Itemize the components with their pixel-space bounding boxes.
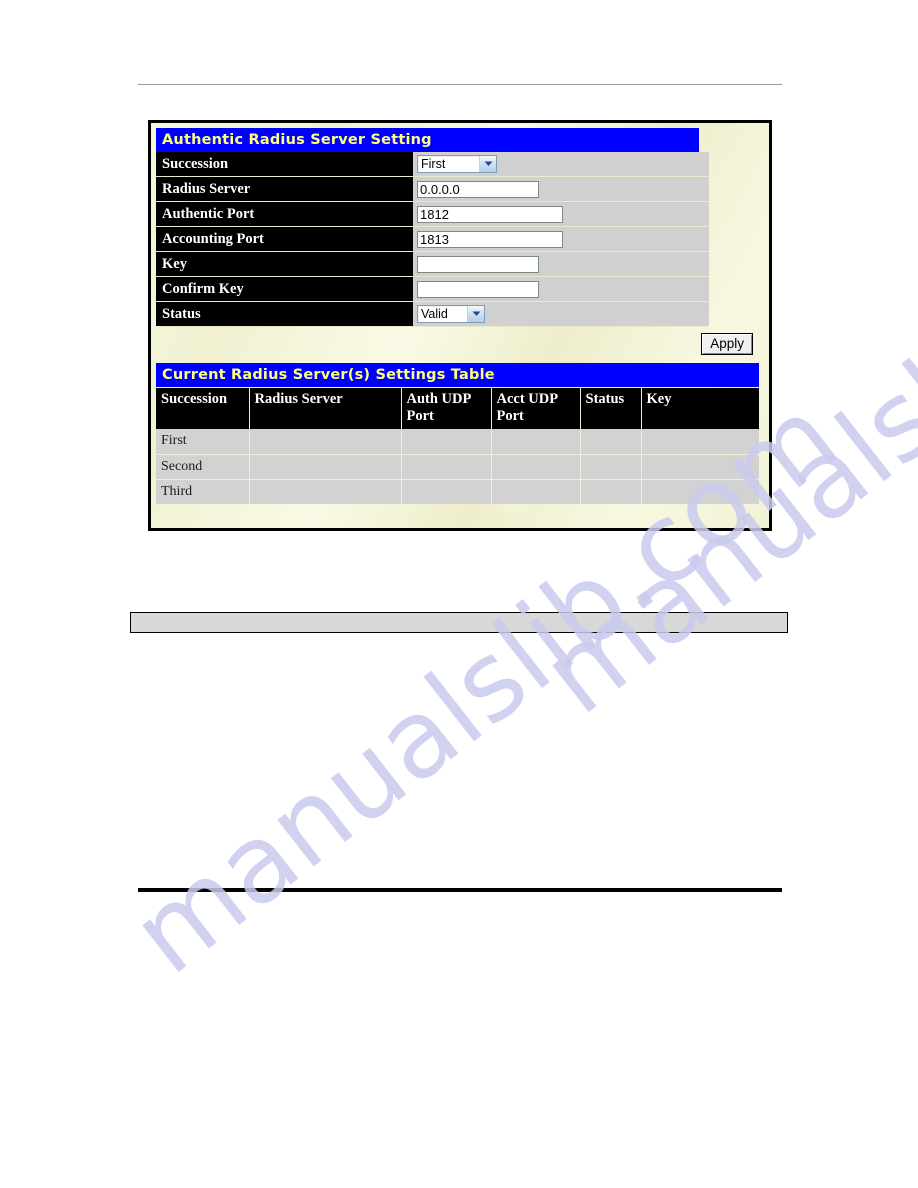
cell-radius-server	[249, 429, 402, 455]
cell-succession: Second	[156, 454, 250, 480]
value-confirm-key	[413, 276, 709, 302]
cell-status	[580, 479, 642, 504]
cell-auth-udp-port	[401, 429, 492, 455]
cell-auth-udp-port	[401, 479, 492, 504]
cell-status	[580, 454, 642, 480]
label-key: Key	[156, 251, 413, 277]
empty-caption-bar	[130, 612, 788, 633]
radius-server-panel: Authentic Radius Server Setting Successi…	[148, 120, 772, 531]
value-key	[413, 251, 709, 277]
form-row-radius-server: Radius Server 0.0.0.0	[156, 176, 709, 202]
form-row-confirm-key: Confirm Key	[156, 276, 709, 302]
column-header-acct-udp-port: Acct UDP Port	[491, 388, 581, 429]
form-row-status: Status Valid	[156, 301, 709, 327]
cell-succession: First	[156, 429, 250, 455]
cell-key	[641, 479, 759, 504]
current-radius-servers-table: Succession Radius Server Auth UDP Port A…	[156, 388, 759, 504]
label-confirm-key: Confirm Key	[156, 276, 413, 302]
settings-section-title: Authentic Radius Server Setting	[156, 128, 699, 152]
form-row-succession: Succession First	[156, 152, 709, 177]
radius-settings-form: Succession First Radius Server 0.0.0.0 A…	[156, 152, 709, 327]
label-succession: Succession	[156, 152, 413, 177]
column-header-key: Key	[641, 388, 759, 429]
value-succession: First	[413, 152, 709, 177]
column-header-status: Status	[580, 388, 642, 429]
value-radius-server: 0.0.0.0	[413, 176, 709, 202]
table-row: Second	[156, 454, 759, 480]
apply-button[interactable]: Apply	[701, 333, 753, 355]
status-select-value: Valid	[421, 307, 448, 322]
page-footer-rule	[138, 888, 782, 892]
status-select[interactable]: Valid	[417, 305, 485, 324]
succession-select-value: First	[421, 157, 446, 172]
value-status: Valid	[413, 301, 709, 327]
cell-acct-udp-port	[491, 454, 581, 480]
column-header-auth-udp-port: Auth UDP Port	[401, 388, 492, 429]
label-status: Status	[156, 301, 413, 327]
table-row: Third	[156, 479, 759, 504]
label-radius-server: Radius Server	[156, 176, 413, 202]
form-row-key: Key	[156, 251, 709, 277]
table-row: First	[156, 429, 759, 455]
cell-radius-server	[249, 479, 402, 504]
cell-key	[641, 429, 759, 455]
key-input[interactable]	[417, 255, 539, 273]
results-section-title: Current Radius Server(s) Settings Table	[156, 363, 759, 387]
chevron-down-icon	[479, 156, 496, 173]
table-header-row: Succession Radius Server Auth UDP Port A…	[156, 388, 759, 429]
confirm-key-input[interactable]	[417, 280, 539, 298]
radius-server-input[interactable]: 0.0.0.0	[417, 180, 539, 198]
cell-radius-server	[249, 454, 402, 480]
authentic-port-input[interactable]: 1812	[417, 205, 563, 223]
chevron-down-icon	[467, 306, 484, 323]
cell-acct-udp-port	[491, 429, 581, 455]
label-authentic-port: Authentic Port	[156, 201, 413, 227]
form-row-authentic-port: Authentic Port 1812	[156, 201, 709, 227]
form-row-accounting-port: Accounting Port 1813	[156, 226, 709, 252]
apply-button-row: Apply	[156, 327, 753, 363]
page-header-rule	[138, 84, 782, 85]
cell-auth-udp-port	[401, 454, 492, 480]
accounting-port-input[interactable]: 1813	[417, 230, 563, 248]
value-accounting-port: 1813	[413, 226, 709, 252]
cell-succession: Third	[156, 479, 250, 504]
column-header-radius-server: Radius Server	[249, 388, 402, 429]
label-accounting-port: Accounting Port	[156, 226, 413, 252]
column-header-succession: Succession	[156, 388, 250, 429]
cell-key	[641, 454, 759, 480]
cell-status	[580, 429, 642, 455]
value-authentic-port: 1812	[413, 201, 709, 227]
succession-select[interactable]: First	[417, 155, 497, 174]
cell-acct-udp-port	[491, 479, 581, 504]
